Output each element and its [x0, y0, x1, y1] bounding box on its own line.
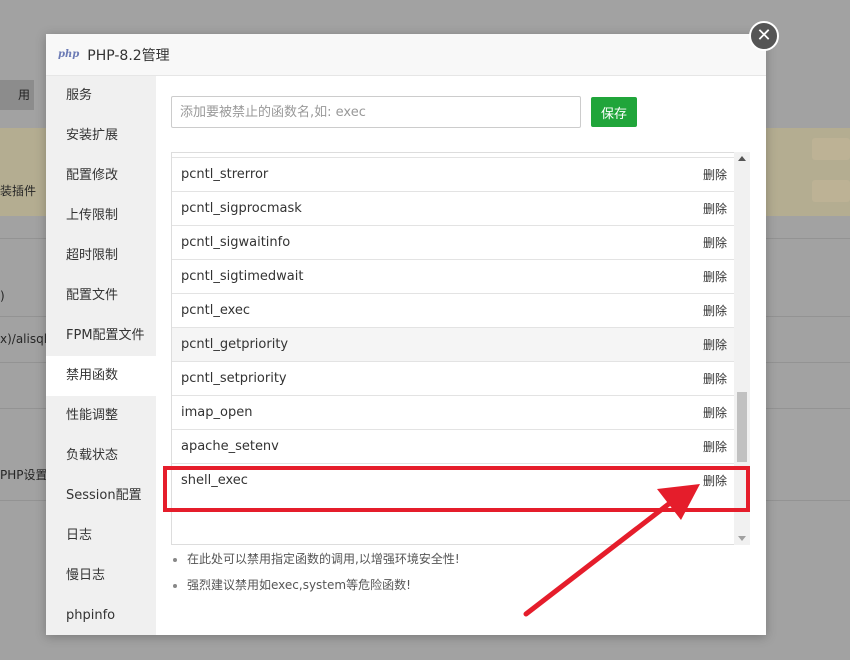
sidebar-item-log[interactable]: 日志 [46, 516, 156, 556]
sidebar-item-disabled-functions[interactable]: 禁用函数 [46, 356, 156, 396]
sidebar-item-phpinfo[interactable]: phpinfo [46, 596, 156, 636]
dialog-header: php PHP-8.2管理 [46, 34, 766, 76]
function-name: pcntl_getpriority [181, 337, 289, 352]
php-logo-icon: php [58, 49, 80, 60]
function-name-input[interactable] [171, 96, 581, 128]
background-pill [812, 138, 850, 160]
sidebar-item-install-extensions[interactable]: 安装扩展 [46, 116, 156, 156]
function-name: imap_open [181, 405, 253, 420]
table-row: pcntl_getpriority 删除 [172, 327, 735, 361]
function-name: pcntl_sigprocmask [181, 201, 302, 216]
sidebar-item-timeout-limit[interactable]: 超时限制 [46, 236, 156, 276]
delete-link[interactable]: 删除 [703, 234, 727, 251]
table-row: pcntl_setpriority 删除 [172, 361, 735, 395]
sidebar-item-slow-log[interactable]: 慢日志 [46, 556, 156, 596]
php-manager-dialog: php PHP-8.2管理 服务 安装扩展 配置修改 上传限制 超时限制 配置文… [46, 34, 766, 635]
sidebar-item-config-modify[interactable]: 配置修改 [46, 156, 156, 196]
sidebar-item-session-config[interactable]: Session配置 [46, 476, 156, 516]
table-row: pcntl_sigwaitinfo 删除 [172, 225, 735, 259]
close-icon[interactable]: ✕ [749, 21, 779, 51]
sidebar-item-upload-limit[interactable]: 上传限制 [46, 196, 156, 236]
save-button[interactable]: 保存 [591, 97, 637, 127]
background-text: x)/alisql/ [0, 332, 52, 346]
scroll-thumb[interactable] [737, 392, 747, 462]
sidebar-item-service[interactable]: 服务 [46, 76, 156, 116]
tips-list: 在此处可以禁用指定函数的调用,以增强环境安全性! 强烈建议禁用如exec,sys… [171, 546, 767, 598]
tip-item: 强烈建议禁用如exec,system等危险函数! [187, 572, 767, 598]
background-button: 用 [0, 80, 34, 110]
scroll-up-arrow-icon[interactable] [738, 156, 746, 161]
disabled-functions-panel: 保存 pcntl_strerror 删除 pcntl_sigprocmask 删… [156, 76, 766, 635]
delete-link[interactable]: 删除 [703, 404, 727, 421]
table-row: pcntl_exec 删除 [172, 293, 735, 327]
background-text: ) [0, 289, 5, 303]
function-name: pcntl_setpriority [181, 371, 287, 386]
function-name: pcntl_exec [181, 303, 251, 318]
sidebar-item-performance-tuning[interactable]: 性能调整 [46, 396, 156, 436]
delete-link[interactable]: 删除 [703, 302, 727, 319]
delete-link[interactable]: 删除 [703, 268, 727, 285]
table-row: shell_exec 删除 [172, 463, 735, 497]
table-row: pcntl_strerror 删除 [172, 157, 735, 191]
function-name: apache_setenv [181, 439, 279, 454]
background-text: 装插件 [0, 184, 37, 198]
table-scrollbar[interactable] [734, 152, 750, 545]
delete-link[interactable]: 删除 [703, 200, 727, 217]
function-name: pcntl_strerror [181, 167, 269, 182]
delete-link[interactable]: 删除 [703, 336, 727, 353]
function-name: pcntl_sigwaitinfo [181, 235, 291, 250]
sidebar-item-config-file[interactable]: 配置文件 [46, 276, 156, 316]
delete-link[interactable]: 删除 [703, 166, 727, 183]
dialog-sidebar: 服务 安装扩展 配置修改 上传限制 超时限制 配置文件 FPM配置文件 禁用函数… [46, 76, 156, 635]
tip-item: 在此处可以禁用指定函数的调用,以增强环境安全性! [187, 546, 767, 572]
delete-link[interactable]: 删除 [703, 472, 727, 489]
delete-link[interactable]: 删除 [703, 370, 727, 387]
table-row: pcntl_sigtimedwait 删除 [172, 259, 735, 293]
delete-link[interactable]: 删除 [703, 438, 727, 455]
dialog-title: PHP-8.2管理 [87, 47, 170, 64]
functions-table[interactable]: pcntl_strerror 删除 pcntl_sigprocmask 删除 p… [171, 152, 750, 545]
scroll-down-arrow-icon[interactable] [738, 536, 746, 541]
table-row: pcntl_sigprocmask 删除 [172, 191, 735, 225]
sidebar-item-fpm-config-file[interactable]: FPM配置文件 [46, 316, 156, 356]
background-pill [812, 180, 850, 202]
function-name: shell_exec [181, 473, 248, 488]
sidebar-item-load-status[interactable]: 负载状态 [46, 436, 156, 476]
function-name: pcntl_sigtimedwait [181, 269, 304, 284]
table-row: imap_open 删除 [172, 395, 735, 429]
table-row: apache_setenv 删除 [172, 429, 735, 463]
